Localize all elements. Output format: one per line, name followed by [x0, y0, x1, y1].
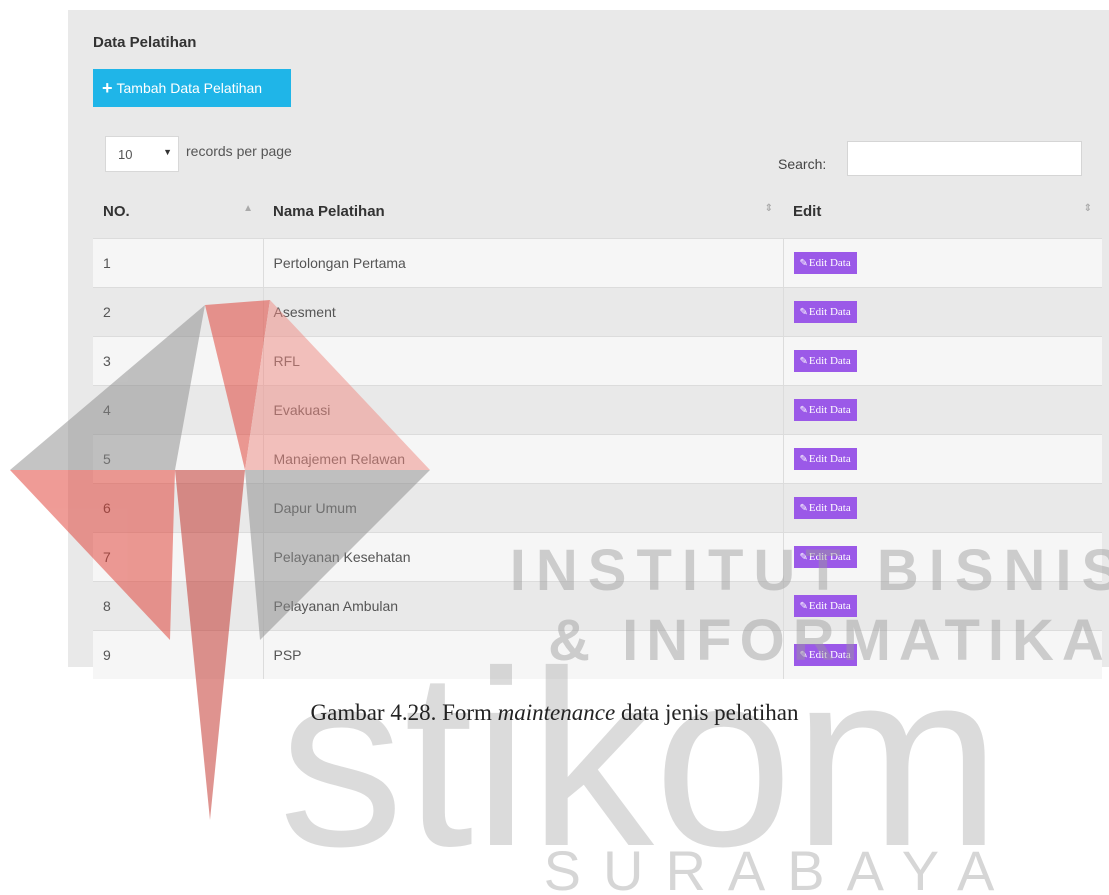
edit-icon: ✎: [799, 306, 808, 318]
watermark-city: SURABAYA: [544, 839, 1017, 895]
edit-button-label: Edit Data: [808, 355, 851, 367]
cell-nama-pelatihan: RFL: [262, 336, 783, 386]
table-row: 7 Pelayanan Kesehatan ✎ Edit Data: [93, 532, 1102, 582]
caption-suffix: data jenis pelatihan: [615, 700, 799, 725]
edit-button-label: Edit Data: [808, 649, 851, 661]
cell-edit: ✎ Edit Data: [782, 630, 1102, 679]
edit-button-label: Edit Data: [808, 453, 851, 465]
figure-caption: Gambar 4.28. Form maintenance data jenis…: [0, 700, 1109, 726]
edit-icon: ✎: [799, 502, 808, 514]
cell-edit: ✎ Edit Data: [782, 434, 1102, 484]
edit-button-label: Edit Data: [808, 257, 851, 269]
header-nama-pelatihan[interactable]: Nama Pelatihan ⇕: [263, 185, 783, 239]
plus-icon: +: [102, 78, 113, 98]
sort-asc-icon: ▲: [243, 203, 253, 214]
edit-data-button[interactable]: ✎ Edit Data: [793, 644, 857, 666]
edit-button-label: Edit Data: [808, 551, 851, 563]
cell-edit: ✎ Edit Data: [782, 532, 1102, 582]
edit-button-label: Edit Data: [808, 600, 851, 612]
panel-title: Data Pelatihan: [93, 34, 197, 51]
cell-nama-pelatihan: Manajemen Relawan: [262, 434, 783, 484]
sort-both-icon: ⇕: [764, 203, 773, 214]
edit-data-button[interactable]: ✎ Edit Data: [793, 448, 857, 470]
search-input[interactable]: [847, 141, 1082, 176]
cell-edit: ✎ Edit Data: [782, 287, 1102, 337]
edit-button-label: Edit Data: [808, 404, 851, 416]
table-row: 4 Evakuasi ✎ Edit Data: [93, 385, 1102, 435]
edit-data-button[interactable]: ✎ Edit Data: [793, 497, 857, 519]
cell-no: 8: [93, 581, 263, 631]
pelatihan-table: NO. ▲ Nama Pelatihan ⇕ Edit ⇕ 1 Pertolong…: [93, 185, 1102, 679]
add-button-label: Tambah Data Pelatihan: [116, 80, 263, 96]
cell-nama-pelatihan: PSP: [262, 630, 783, 679]
add-pelatihan-button[interactable]: + Tambah Data Pelatihan: [93, 69, 291, 107]
caption-prefix: Gambar 4.28. Form: [310, 700, 498, 725]
edit-data-button[interactable]: ✎ Edit Data: [793, 252, 857, 274]
edit-icon: ✎: [799, 453, 808, 465]
cell-nama-pelatihan: Pertolongan Pertama: [262, 238, 783, 288]
edit-icon: ✎: [799, 649, 808, 661]
edit-icon: ✎: [799, 551, 808, 563]
cell-nama-pelatihan: Pelayanan Ambulan: [262, 581, 783, 631]
table-row: 9 PSP ✎ Edit Data: [93, 630, 1102, 679]
cell-edit: ✎ Edit Data: [782, 483, 1102, 533]
cell-no: 1: [93, 238, 263, 288]
table-row: 3 RFL ✎ Edit Data: [93, 336, 1102, 386]
cell-no: 6: [93, 483, 263, 533]
data-pelatihan-panel: Data Pelatihan + Tambah Data Pelatihan 1…: [68, 10, 1109, 679]
edit-data-button[interactable]: ✎ Edit Data: [793, 399, 857, 421]
records-per-page-value: 10: [118, 146, 133, 162]
cell-nama-pelatihan: Pelayanan Kesehatan: [262, 532, 783, 582]
cell-no: 2: [93, 287, 263, 337]
edit-data-button[interactable]: ✎ Edit Data: [793, 546, 857, 568]
records-per-page-select[interactable]: 10 ▼: [105, 136, 179, 172]
cell-nama-pelatihan: Evakuasi: [262, 385, 783, 435]
edit-data-button[interactable]: ✎ Edit Data: [793, 301, 857, 323]
edit-data-button[interactable]: ✎ Edit Data: [793, 595, 857, 617]
cell-no: 4: [93, 385, 263, 435]
cell-edit: ✎ Edit Data: [782, 581, 1102, 631]
cell-no: 7: [93, 532, 263, 582]
edit-icon: ✎: [799, 355, 808, 367]
sort-both-icon: ⇕: [1083, 203, 1092, 214]
cell-no: 9: [93, 630, 263, 679]
cell-nama-pelatihan: Asesment: [262, 287, 783, 337]
edit-button-label: Edit Data: [808, 502, 851, 514]
cell-nama-pelatihan: Dapur Umum: [262, 483, 783, 533]
cell-edit: ✎ Edit Data: [782, 238, 1102, 288]
table-row: 8 Pelayanan Ambulan ✎ Edit Data: [93, 581, 1102, 631]
header-no[interactable]: NO. ▲: [93, 185, 263, 239]
table-row: 6 Dapur Umum ✎ Edit Data: [93, 483, 1102, 533]
edit-icon: ✎: [799, 257, 808, 269]
cell-edit: ✎ Edit Data: [782, 336, 1102, 386]
cell-edit: ✎ Edit Data: [782, 385, 1102, 435]
caption-italic: maintenance: [497, 700, 616, 725]
cell-no: 5: [93, 434, 263, 484]
table-row: 5 Manajemen Relawan ✎ Edit Data: [93, 434, 1102, 484]
dropdown-arrow-icon: ▼: [163, 147, 172, 157]
edit-icon: ✎: [799, 404, 808, 416]
edit-button-label: Edit Data: [808, 306, 851, 318]
table-row: 1 Pertolongan Pertama ✎ Edit Data: [93, 238, 1102, 288]
table-row: 2 Asesment ✎ Edit Data: [93, 287, 1102, 337]
header-edit[interactable]: Edit ⇕: [783, 185, 1102, 239]
edit-icon: ✎: [799, 600, 808, 612]
edit-data-button[interactable]: ✎ Edit Data: [793, 350, 857, 372]
cell-no: 3: [93, 336, 263, 386]
records-per-page-label: records per page: [186, 143, 292, 159]
search-label: Search:: [778, 156, 827, 172]
